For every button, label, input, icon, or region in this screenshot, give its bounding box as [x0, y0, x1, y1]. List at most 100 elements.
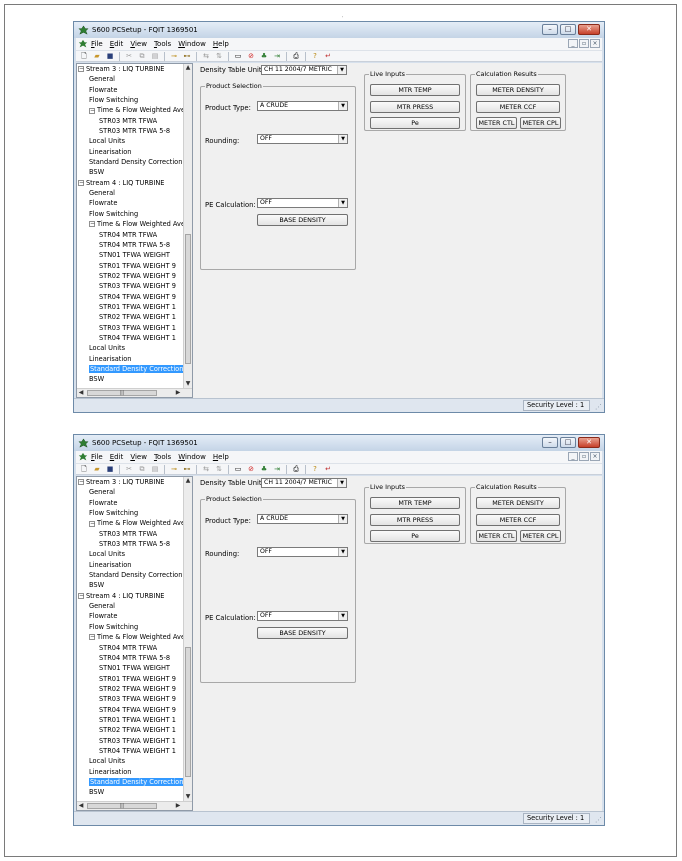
- product-type-select[interactable]: A CRUDE ▼: [257, 514, 348, 524]
- copy-icon[interactable]: ⧉: [137, 52, 147, 61]
- tree-item[interactable]: STR03 TFWA WEIGHT 9: [77, 281, 192, 291]
- menu-edit[interactable]: Edit: [110, 40, 124, 48]
- collapse-icon[interactable]: −: [78, 179, 84, 186]
- tree-item[interactable]: Local Units: [77, 549, 192, 559]
- scroll-up-icon[interactable]: ▲: [184, 64, 192, 72]
- tree-item[interactable]: STR04 MTR TFWA: [77, 230, 192, 240]
- tree-item[interactable]: STN01 TFWA WEIGHT: [77, 663, 192, 673]
- menu-window[interactable]: Window: [178, 453, 206, 461]
- new-icon[interactable]: 🗋: [79, 465, 89, 474]
- collapse-icon[interactable]: −: [89, 520, 95, 527]
- mtr-temp-button[interactable]: MTR TEMP: [370, 84, 460, 96]
- scroll-thumb[interactable]: [185, 647, 191, 777]
- export-icon[interactable]: ⇥: [272, 465, 282, 474]
- tree-item[interactable]: − Time & Flow Weighted Ave: [77, 219, 192, 229]
- meter-ccf-button[interactable]: METER CCF: [476, 514, 560, 526]
- tree-item[interactable]: Flow Switching: [77, 95, 192, 105]
- chevron-down-icon[interactable]: ▼: [337, 66, 346, 74]
- tree-item[interactable]: STR03 TFWA WEIGHT 1: [77, 323, 192, 333]
- tree-item[interactable]: STR01 TFWA WEIGHT 1: [77, 302, 192, 312]
- density-table-select[interactable]: CH 11 2004/7 METRIC ▼: [261, 478, 347, 488]
- copy-icon[interactable]: ⧉: [137, 465, 147, 474]
- chevron-down-icon[interactable]: ▼: [337, 479, 346, 487]
- scroll-thumb-horizontal[interactable]: |||: [87, 803, 157, 809]
- rectangle-icon[interactable]: ▭: [233, 52, 243, 61]
- tree-item[interactable]: STR01 TFWA WEIGHT 1: [77, 715, 192, 725]
- transfer-icon[interactable]: ⇅: [214, 465, 224, 474]
- disconnect-icon[interactable]: ⊷: [182, 52, 192, 61]
- print-icon[interactable]: ⎙: [291, 52, 301, 61]
- collapse-icon[interactable]: −: [78, 592, 84, 599]
- rounding-select[interactable]: OFF ▼: [257, 134, 348, 144]
- minimize-button[interactable]: –: [542, 437, 558, 448]
- tree-item[interactable]: General: [77, 487, 192, 497]
- mtr-press-button[interactable]: MTR PRESS: [370, 514, 460, 526]
- tree-item[interactable]: Linearisation: [77, 560, 192, 570]
- collapse-icon[interactable]: −: [78, 66, 84, 73]
- tree-item[interactable]: − Time & Flow Weighted Ave: [77, 105, 192, 115]
- paste-icon[interactable]: ▤: [150, 465, 160, 474]
- tree-item[interactable]: Local Units: [77, 343, 192, 353]
- scroll-left-icon[interactable]: ◀: [77, 389, 85, 397]
- doc-restore-button[interactable]: ▫: [579, 39, 589, 48]
- tree-item[interactable]: STR03 TFWA WEIGHT 1: [77, 736, 192, 746]
- tree-item[interactable]: Flow Switching: [77, 508, 192, 518]
- tree-item[interactable]: Flowrate: [77, 85, 192, 95]
- menu-view[interactable]: View: [130, 40, 147, 48]
- tree-icon[interactable]: ♣: [259, 465, 269, 474]
- base-density-button[interactable]: BASE DENSITY: [257, 214, 348, 226]
- tree-item[interactable]: STR02 TFWA WEIGHT 1: [77, 725, 192, 735]
- collapse-icon[interactable]: −: [78, 479, 84, 486]
- tree-item[interactable]: Flow Switching: [77, 209, 192, 219]
- scroll-right-icon[interactable]: ▶: [174, 802, 182, 810]
- tree-item[interactable]: Standard Density Correction: [77, 157, 192, 167]
- save-icon[interactable]: ■: [105, 52, 115, 61]
- tree-item[interactable]: Flowrate: [77, 611, 192, 621]
- meter-ctl-button[interactable]: METER CTL: [476, 117, 517, 129]
- back-icon[interactable]: ↵: [323, 465, 333, 474]
- compare-icon[interactable]: ⇆: [201, 52, 211, 61]
- tree-vertical-scrollbar[interactable]: ▲ ▼: [183, 64, 192, 388]
- doc-minimize-button[interactable]: _: [568, 39, 578, 48]
- tree-item[interactable]: Flowrate: [77, 198, 192, 208]
- scroll-down-icon[interactable]: ▼: [184, 380, 192, 388]
- close-button[interactable]: ✕: [578, 437, 600, 448]
- tree-item[interactable]: STR02 TFWA WEIGHT 9: [77, 271, 192, 281]
- tree-item[interactable]: − Time & Flow Weighted Ave: [77, 632, 192, 642]
- density-table-select[interactable]: CH 11 2004/7 METRIC ▼: [261, 65, 347, 75]
- menu-edit[interactable]: Edit: [110, 453, 124, 461]
- stop-icon[interactable]: ⊘: [246, 465, 256, 474]
- meter-ccf-button[interactable]: METER CCF: [476, 101, 560, 113]
- tree-item[interactable]: Local Units: [77, 136, 192, 146]
- maximize-button[interactable]: □: [560, 24, 576, 35]
- base-density-button[interactable]: BASE DENSITY: [257, 627, 348, 639]
- tree-item[interactable]: Linearisation: [77, 354, 192, 364]
- document-icon[interactable]: [78, 39, 88, 49]
- tree-item[interactable]: STR03 MTR TFWA: [77, 116, 192, 126]
- tree-item[interactable]: BSW: [77, 374, 192, 384]
- tree-item[interactable]: Flowrate: [77, 498, 192, 508]
- new-icon[interactable]: 🗋: [79, 52, 89, 61]
- save-icon[interactable]: ■: [105, 465, 115, 474]
- tree-horizontal-scrollbar[interactable]: ◀ ||| ▶: [77, 801, 192, 810]
- tree-item[interactable]: STR03 MTR TFWA 5-8: [77, 126, 192, 136]
- tree-item[interactable]: Standard Density Correction: [77, 777, 192, 787]
- resize-grip-icon[interactable]: ⋰: [595, 403, 602, 411]
- doc-restore-button[interactable]: ▫: [579, 452, 589, 461]
- meter-cpl-button[interactable]: METER CPL: [520, 117, 561, 129]
- help-icon[interactable]: ?: [310, 52, 320, 61]
- doc-close-button[interactable]: ×: [590, 39, 600, 48]
- scroll-down-icon[interactable]: ▼: [184, 793, 192, 801]
- collapse-icon[interactable]: −: [89, 634, 95, 641]
- tree-item[interactable]: Standard Density Correction: [77, 570, 192, 580]
- resize-grip-icon[interactable]: ⋰: [595, 816, 602, 824]
- tree-item[interactable]: STR04 TFWA WEIGHT 9: [77, 292, 192, 302]
- tree-item[interactable]: General: [77, 188, 192, 198]
- tree-item[interactable]: STN01 TFWA WEIGHT: [77, 250, 192, 260]
- open-icon[interactable]: ▰: [92, 465, 102, 474]
- pe-button[interactable]: Pe: [370, 530, 460, 542]
- pe-button[interactable]: Pe: [370, 117, 460, 129]
- close-button[interactable]: ✕: [578, 24, 600, 35]
- connect-icon[interactable]: ⊸: [169, 52, 179, 61]
- tree-horizontal-scrollbar[interactable]: ◀ ||| ▶: [77, 388, 192, 397]
